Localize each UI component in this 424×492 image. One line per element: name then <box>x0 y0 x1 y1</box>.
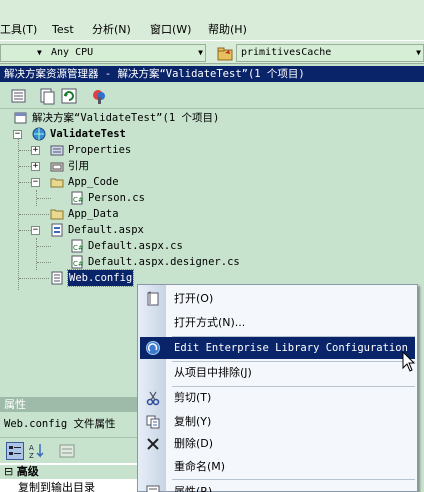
tree-line <box>19 214 49 215</box>
platform-combo[interactable]: ▼ Any CPU ▼ <box>0 44 206 62</box>
startup-combo-value: primitivesCache <box>241 47 332 58</box>
property-copy-to-output[interactable]: 复制到输出目录 <box>0 481 140 492</box>
tree-line <box>19 166 31 167</box>
properties-folder-icon <box>50 143 64 157</box>
properties-toolbar: AZ <box>0 437 140 463</box>
tree-line <box>37 262 51 263</box>
properties-view-icon[interactable] <box>10 87 28 105</box>
collapse-toggle[interactable]: − <box>31 178 40 187</box>
collapse-toggle[interactable]: − <box>31 226 40 235</box>
folder-icon <box>50 207 64 221</box>
context-menu: 打开(O) 打开方式(N)... Edit Enterprise Library… <box>137 284 418 492</box>
expand-toggle[interactable]: + <box>31 146 40 155</box>
menu-item-open-with[interactable]: 打开方式(N)... <box>140 312 415 334</box>
menu-item-copy[interactable]: 复制(Y) <box>140 411 415 433</box>
menu-item-rename[interactable]: 重命名(M) <box>140 456 415 478</box>
property-pages-icon[interactable] <box>58 442 76 460</box>
menu-separator <box>172 479 415 480</box>
menu-item-open[interactable]: 打开(O) <box>140 288 415 310</box>
svg-text:Z: Z <box>29 452 34 460</box>
menu-tools[interactable]: 工具(T) <box>0 22 37 38</box>
properties-subject: Web.config 文件属性 <box>0 413 140 435</box>
categorized-icon[interactable] <box>6 442 24 460</box>
category-advanced[interactable]: ⊟ 高级 <box>0 465 140 479</box>
csharp-file-icon: C# <box>70 255 84 269</box>
solution-explorer-title: 解决方案资源管理器 - 解决方案“ValidateTest”(1 个项目) <box>0 66 424 82</box>
chevron-down-icon[interactable]: ▼ <box>198 45 203 61</box>
menu-item-properties[interactable]: 属性(R) <box>140 481 415 492</box>
platform-combo-value: Any CPU <box>51 47 94 58</box>
class-diagram-icon[interactable] <box>90 87 108 105</box>
menu-window[interactable]: 窗口(W) <box>150 22 191 38</box>
csharp-file-icon: C# <box>70 239 84 253</box>
tree-line <box>37 246 51 247</box>
svg-text:C#: C# <box>73 260 84 268</box>
standard-toolbar: ▼ Any CPU ▼ primitivesCache ▼ <box>0 40 424 64</box>
open-file-icon <box>145 291 161 307</box>
aspx-file-icon <box>50 223 64 237</box>
menu-item-cut[interactable]: 剪切(T) <box>140 387 415 409</box>
config-file-icon <box>50 271 64 285</box>
svg-text:C#: C# <box>73 196 84 204</box>
collapse-toggle[interactable]: − <box>13 130 22 139</box>
collapse-toggle[interactable]: ⊟ <box>4 465 17 478</box>
tree-line <box>36 238 37 270</box>
expand-toggle[interactable]: + <box>31 162 40 171</box>
chevron-down-icon[interactable]: ▼ <box>416 45 421 61</box>
scissors-icon <box>145 390 161 406</box>
menu-test[interactable]: Test <box>52 22 74 38</box>
menu-item-exclude[interactable]: 从项目中排除(J) <box>140 362 415 384</box>
tree-line <box>18 132 19 290</box>
solution-icon <box>14 111 28 125</box>
mouse-cursor-icon <box>402 350 416 373</box>
menu-item-delete[interactable]: 删除(D) <box>140 433 415 455</box>
dropdown-arrow-icon: ▼ <box>37 48 42 57</box>
menu-bar: 工具(T) Test 分析(N) 窗口(W) 帮助(H) <box>0 0 424 40</box>
enterprise-library-icon <box>145 340 161 356</box>
category-label: 高级 <box>16 465 39 478</box>
references-folder-icon <box>50 159 64 173</box>
tree-line <box>37 198 51 199</box>
menu-analyze[interactable]: 分析(N) <box>92 22 131 38</box>
tree-line <box>19 150 31 151</box>
web-project-icon <box>32 127 46 141</box>
tree-line <box>19 230 31 231</box>
properties-panel-title: 属性 <box>0 397 140 412</box>
properties-grid: ⊟ 高级 复制到输出目录 <box>0 463 140 492</box>
svg-text:C#: C# <box>73 244 84 252</box>
refresh-icon[interactable] <box>60 87 78 105</box>
menu-item-edit-entlib-config[interactable]: Edit Enterprise Library Configuration <box>140 337 415 359</box>
copy-icon <box>145 414 161 430</box>
properties-subject-text: Web.config 文件属性 <box>4 418 116 430</box>
tree-line <box>19 182 31 183</box>
properties-icon <box>145 484 161 492</box>
alphabetical-sort-icon[interactable]: AZ <box>28 442 46 460</box>
startup-project-icon[interactable] <box>216 44 234 62</box>
solution-explorer-toolbar <box>0 83 424 109</box>
csharp-file-icon: C# <box>70 191 84 205</box>
menu-help[interactable]: 帮助(H) <box>208 22 247 38</box>
folder-open-icon <box>50 175 64 189</box>
svg-text:A: A <box>29 444 34 452</box>
show-all-files-icon[interactable] <box>38 87 56 105</box>
delete-x-icon <box>145 436 161 452</box>
startup-combo[interactable]: primitivesCache ▼ <box>236 44 424 62</box>
tree-line <box>19 278 49 279</box>
